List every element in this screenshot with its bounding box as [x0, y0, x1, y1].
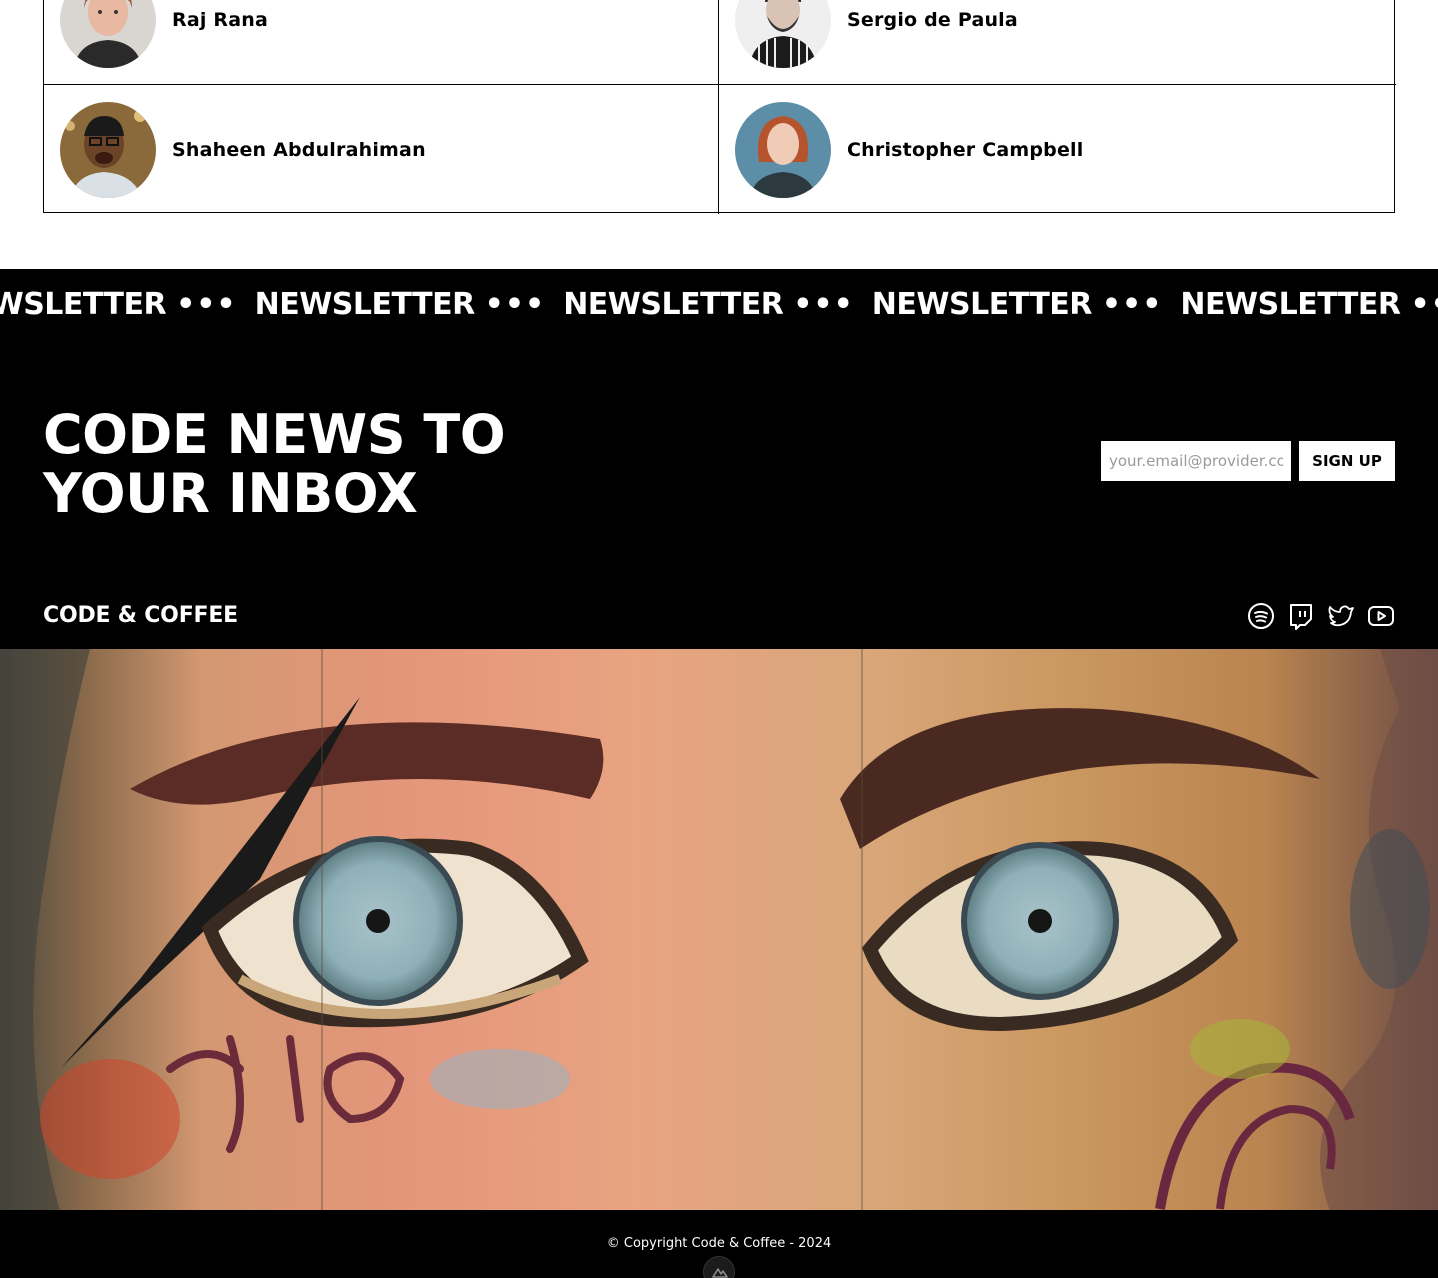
- ticker-word: NEWSLETTER: [871, 287, 1102, 322]
- speaker-name: Shaheen Abdulrahiman: [172, 138, 426, 161]
- speaker-card[interactable]: Sergio de Paula: [719, 0, 1396, 85]
- email-field[interactable]: [1101, 441, 1291, 481]
- spotify-icon[interactable]: [1247, 602, 1275, 630]
- speakers-grid: Raj Rana Sergio de Paula Shaheen Abdulra…: [43, 0, 1396, 214]
- speaker-name: Sergio de Paula: [847, 9, 1018, 31]
- ticker-separator: •••: [793, 287, 854, 322]
- avatar: [735, 0, 831, 68]
- ticker-track: NEWSLETTER •••NEWSLETTER •••NEWSLETTER •…: [0, 283, 1438, 327]
- speaker-card[interactable]: Raj Rana: [44, 0, 719, 85]
- newsletter-ticker: NEWSLETTER •••NEWSLETTER •••NEWSLETTER •…: [0, 283, 1438, 327]
- avatar: [60, 101, 156, 198]
- ticker-separator: •••: [484, 287, 546, 322]
- avatar: [735, 101, 831, 198]
- ticker-item: NEWSLETTER •••: [1180, 283, 1438, 327]
- newsletter-headline: CODE NEWS TO YOUR INBOX: [43, 405, 663, 523]
- ticker-item: NEWSLETTER •••: [255, 283, 546, 327]
- ticker-item: NEWSLETTER •••: [872, 283, 1163, 327]
- speaker-name: Raj Rana: [172, 9, 268, 31]
- headline-line-1: CODE NEWS TO: [43, 403, 506, 466]
- speaker-card[interactable]: Shaheen Abdulrahiman: [44, 85, 719, 214]
- copyright-text: © Copyright Code & Coffee - 2024: [606, 1236, 832, 1251]
- ticker-separator: •••: [1101, 287, 1163, 322]
- ticker-word: NEWSLETTER: [0, 287, 167, 322]
- ticker-separator: •••: [176, 287, 237, 322]
- newsletter-section: NEWSLETTER •••NEWSLETTER •••NEWSLETTER •…: [0, 269, 1438, 649]
- signup-form: SIGN UP: [1101, 441, 1395, 481]
- twitter-icon[interactable]: [1327, 602, 1355, 630]
- footer: © Copyright Code & Coffee - 2024: [0, 1210, 1438, 1278]
- brand-logo-text[interactable]: CODE & COFFEE: [43, 603, 238, 628]
- headline-line-2: YOUR INBOX: [43, 462, 418, 525]
- speaker-name: Christopher Campbell: [847, 138, 1084, 161]
- ticker-word: NEWSLETTER: [563, 287, 794, 322]
- ticker-item: NEWSLETTER •••: [563, 283, 854, 327]
- youtube-icon[interactable]: [1367, 602, 1395, 630]
- social-links: [1247, 602, 1395, 630]
- mural-image: [0, 649, 1438, 1211]
- ticker-word: NEWSLETTER: [1180, 287, 1411, 322]
- ticker-word: NEWSLETTER: [254, 287, 485, 322]
- signup-button[interactable]: SIGN UP: [1299, 441, 1395, 481]
- avatar: [60, 0, 156, 68]
- nuxt-logo-icon[interactable]: [703, 1256, 735, 1278]
- ticker-separator: •••: [1410, 287, 1438, 322]
- ticker-item: NEWSLETTER •••: [0, 283, 237, 327]
- twitch-icon[interactable]: [1287, 602, 1315, 630]
- speaker-card[interactable]: Christopher Campbell: [719, 85, 1396, 214]
